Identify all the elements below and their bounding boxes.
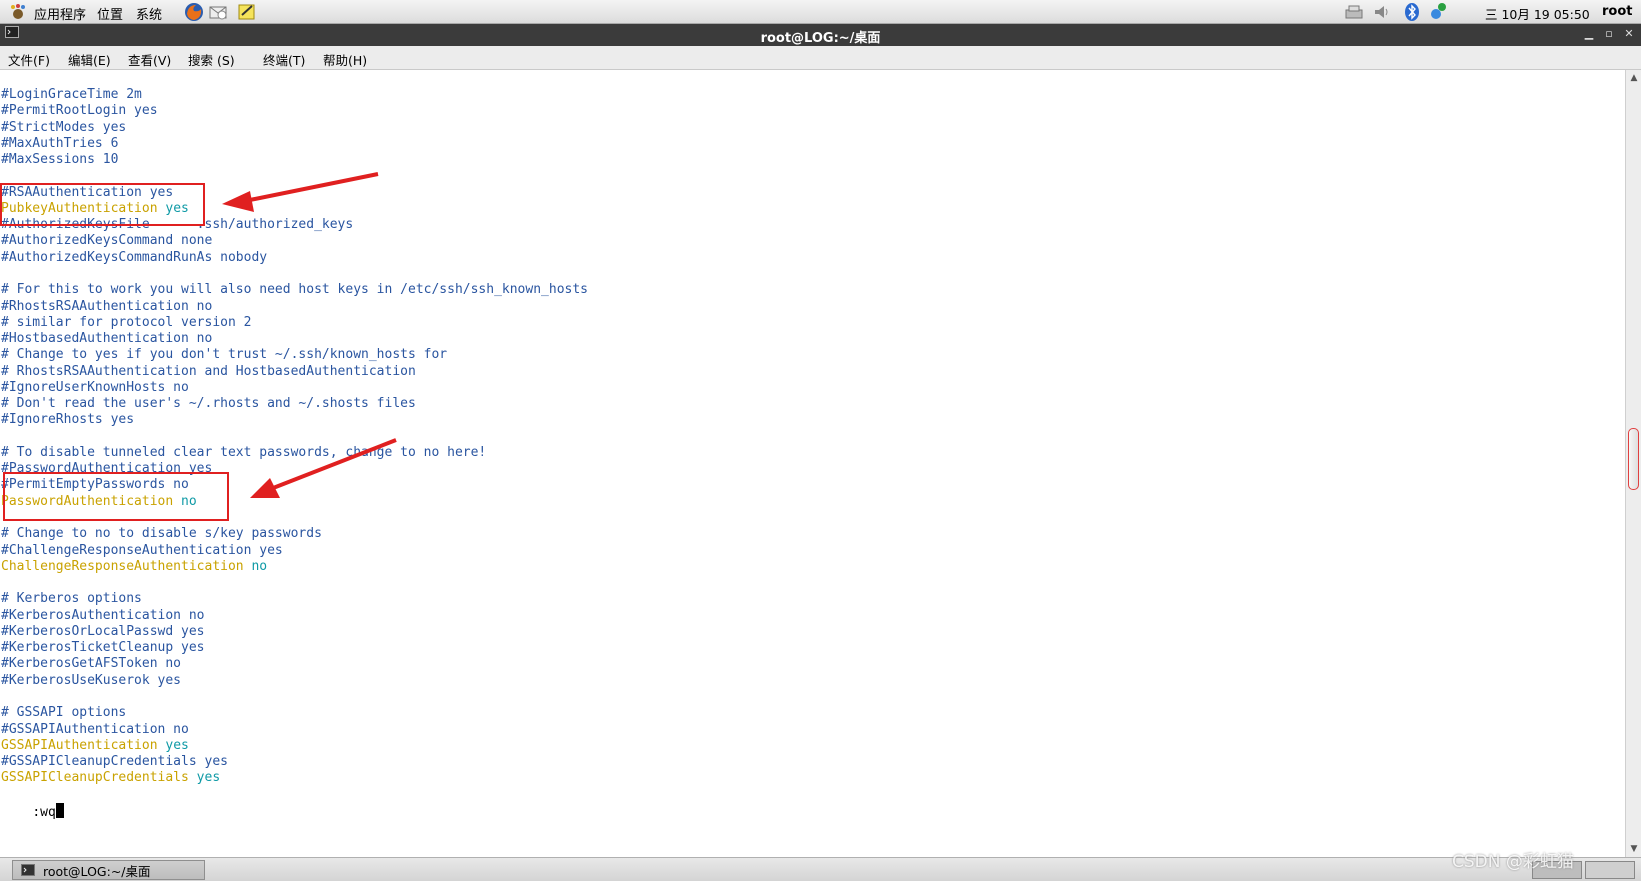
close-icon[interactable]: ✕ [1621,26,1637,42]
terminal-menu-bar: 文件(F) 编辑(E) 查看(V) 搜索 (S) 终端(T) 帮助(H) [0,46,1641,70]
annotation-arrows [222,172,397,498]
window-title: root@LOG:~/桌面 [760,31,881,46]
watermark-text: CSDN @彩虹猫 [1452,852,1574,872]
text-editor-icon[interactable] [237,2,257,22]
gnome-foot-icon[interactable] [8,2,28,22]
workspace-switcher-icon-2[interactable] [1585,861,1635,879]
menu-places[interactable]: 位置 [97,4,123,23]
scroll-down-icon[interactable]: ▼ [1627,842,1641,856]
menu-terminal[interactable]: 终端(T) [263,50,305,69]
update-icon[interactable] [1428,2,1448,22]
scroll-up-icon[interactable]: ▲ [1627,71,1641,85]
menu-applications[interactable]: 应用程序 [34,4,86,23]
bluetooth-icon[interactable] [1402,2,1422,22]
top-panel: 应用程序 位置 系统 三 10月 19 05:50 root [0,0,1641,24]
menu-view[interactable]: 查看(V) [128,50,171,69]
minimize-icon[interactable]: ▁ [1581,26,1597,42]
user-name[interactable]: root [1602,4,1633,19]
menu-system[interactable]: 系统 [136,4,162,23]
terminal-task-icon [21,864,35,876]
menu-edit[interactable]: 编辑(E) [68,50,111,69]
clock[interactable]: 三 10月 19 05:50 [1485,4,1590,23]
arrow-pubkey [222,172,379,212]
scrollbar-thumb[interactable] [1628,428,1639,490]
bottom-panel: root@LOG:~/桌面 [0,857,1641,881]
maximize-icon[interactable]: ▫ [1601,26,1617,42]
volume-icon[interactable] [1372,2,1392,22]
menu-file[interactable]: 文件(F) [8,50,50,69]
vertical-scrollbar[interactable]: ▲ ▼ [1625,70,1641,857]
menu-help[interactable]: 帮助(H) [323,50,367,69]
terminal-content[interactable]: #LoginGraceTime 2m #PermitRootLogin yes #S… [0,70,1625,857]
taskbar-window-label: root@LOG:~/桌面 [43,863,151,879]
menu-search[interactable]: 搜索 (S) [188,50,235,69]
taskbar-window-button[interactable]: root@LOG:~/桌面 [12,860,205,880]
window-title-bar[interactable]: root@LOG:~/桌面 ▁ ▫ ✕ [0,24,1641,46]
firefox-icon[interactable] [184,2,204,22]
mail-icon[interactable] [208,2,228,22]
network-icon[interactable] [1344,2,1364,22]
arrow-password [250,438,397,498]
